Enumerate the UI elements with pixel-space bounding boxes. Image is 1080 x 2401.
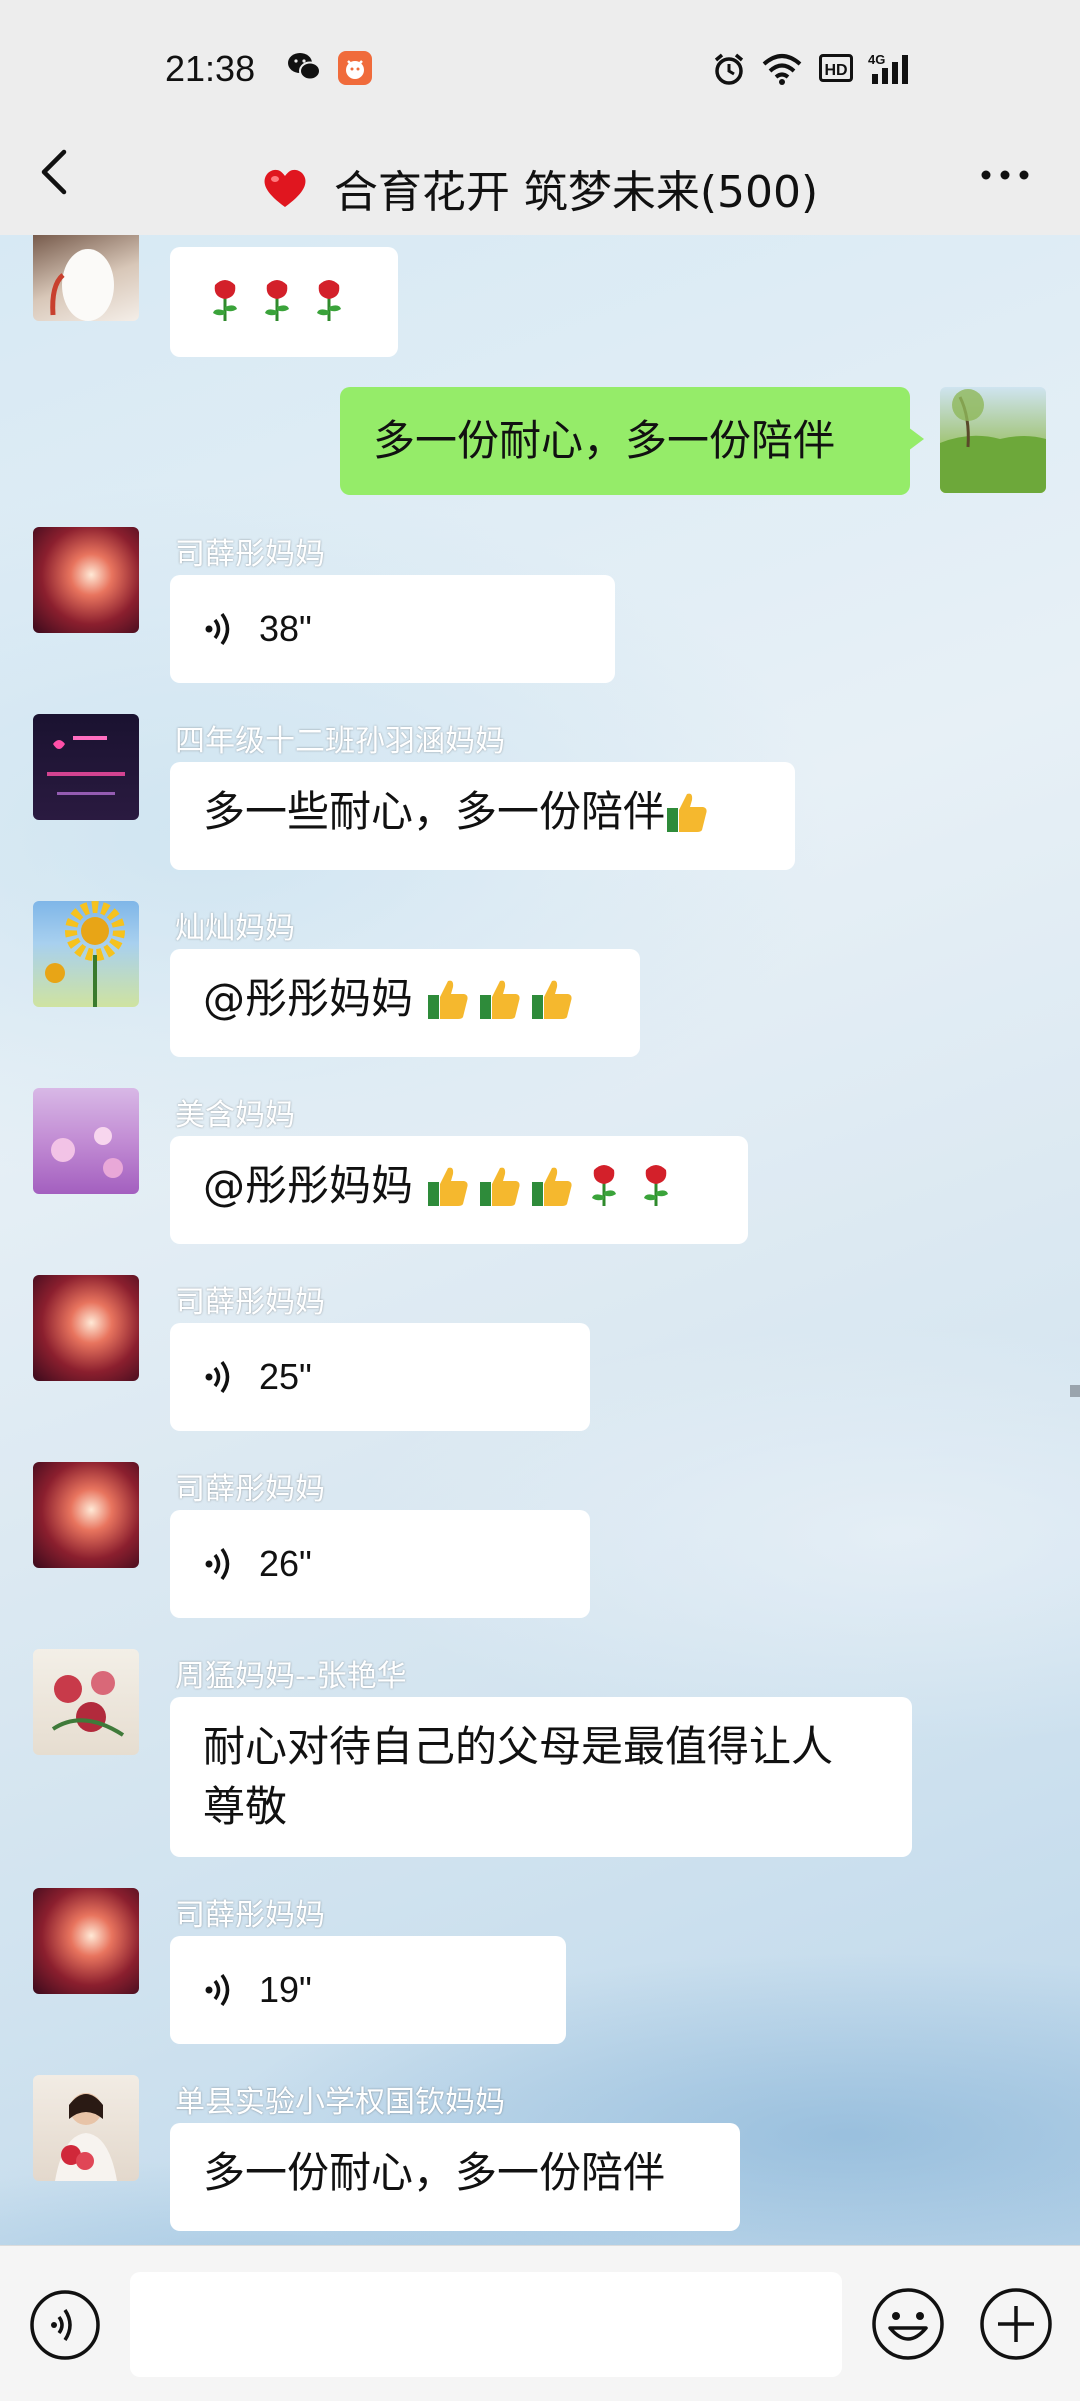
sender-name: 司薛彤妈妈: [175, 537, 325, 572]
thumbs-up-emoji-icon: [480, 980, 520, 1019]
status-bar: [0, 0, 1080, 140]
message-text-line: 尊敬: [203, 1782, 288, 1831]
voice-wave-icon: [205, 1973, 230, 2007]
voice-duration: 26": [259, 1543, 312, 1584]
more-options-icon[interactable]: [978, 160, 1032, 190]
signal-4g-icon: 4G: [868, 52, 908, 84]
chat-title: 合育花开 筑梦未来(500): [0, 140, 1080, 235]
message-text: @彤彤妈妈: [203, 1161, 427, 1210]
message-bubble[interactable]: @彤彤妈妈: [170, 949, 640, 1057]
avatar[interactable]: [33, 714, 139, 820]
message-text: @彤彤妈妈: [203, 974, 427, 1023]
voice-wave-icon: [205, 1547, 230, 1581]
message-bubble[interactable]: @彤彤妈妈: [170, 1136, 748, 1244]
wechat-icon: [288, 53, 321, 81]
sender-name: 单县实验小学权国钦妈妈: [175, 2085, 505, 2120]
rose-emoji-icon: [213, 280, 237, 321]
avatar[interactable]: [33, 2075, 139, 2181]
avatar[interactable]: [33, 1088, 139, 1194]
message-list[interactable]: 多一份耐心，多一份陪伴 司薛彤妈妈 38" 四年级十二班孙羽涵妈妈 多一些耐心，…: [0, 235, 1080, 2245]
message-bubble[interactable]: 耐心对待自己的父母是最值得让人 尊敬: [170, 1697, 912, 1857]
thumbs-up-emoji-icon: [532, 980, 572, 1019]
rose-emoji-icon: [592, 1165, 617, 1206]
app-notification-icon: [338, 51, 372, 85]
avatar[interactable]: [33, 901, 139, 1007]
scroll-indicator[interactable]: [1070, 1385, 1080, 1397]
message-text: 多一份耐心，多一份陪伴: [373, 416, 836, 465]
avatar[interactable]: [33, 1649, 139, 1755]
chat-title-text: 合育花开 筑梦未来(500): [333, 166, 819, 218]
sender-name: 司薛彤妈妈: [175, 1285, 325, 1320]
alarm-icon: [714, 53, 744, 85]
emoji-icon[interactable]: [870, 2286, 946, 2362]
voice-wave-icon: [205, 1360, 230, 1394]
self-avatar[interactable]: [940, 387, 1046, 493]
thumbs-up-emoji-icon: [667, 793, 707, 832]
sender-name: 美含妈妈: [175, 1098, 295, 1133]
rose-emoji-icon: [265, 280, 289, 321]
voice-message-bubble[interactable]: 19": [170, 1936, 566, 2044]
sender-name: 司薛彤妈妈: [175, 1472, 325, 1507]
avatar[interactable]: [33, 1275, 139, 1381]
sender-name: 灿灿妈妈: [175, 911, 295, 946]
voice-message-bubble[interactable]: 38": [170, 575, 615, 683]
avatar[interactable]: [33, 235, 139, 321]
message-input[interactable]: [130, 2272, 842, 2377]
voice-message-bubble[interactable]: 25": [170, 1323, 590, 1431]
heart-icon: [264, 169, 306, 207]
thumbs-up-emoji-icon: [532, 1167, 572, 1206]
voice-duration: 19": [259, 1969, 312, 2010]
wifi-icon: [762, 54, 802, 85]
avatar[interactable]: [33, 1888, 139, 1994]
voice-duration: 38": [259, 608, 312, 649]
message-text: 多一些耐心，多一份陪伴: [203, 787, 666, 836]
status-time: 21:38: [165, 48, 256, 89]
message-bubble[interactable]: 多一份耐心，多一份陪伴: [170, 2123, 740, 2231]
plus-icon[interactable]: [978, 2286, 1054, 2362]
voice-duration: 25": [259, 1356, 312, 1397]
voice-message-bubble[interactable]: 26": [170, 1510, 590, 1618]
message-text-line: 耐心对待自己的父母是最值得让人: [203, 1722, 834, 1771]
message-bubble[interactable]: 多一些耐心，多一份陪伴: [170, 762, 795, 870]
avatar[interactable]: [33, 1462, 139, 1568]
svg-text:4G: 4G: [868, 52, 885, 67]
message-text: 多一份耐心，多一份陪伴: [203, 2148, 666, 2197]
thumbs-up-emoji-icon: [428, 1167, 468, 1206]
sender-name: 周猛妈妈--张艳华: [175, 1659, 407, 1694]
sender-name: 四年级十二班孙羽涵妈妈: [175, 724, 505, 759]
avatar[interactable]: [33, 527, 139, 633]
voice-wave-icon: [205, 612, 230, 646]
self-message-bubble[interactable]: 多一份耐心，多一份陪伴: [340, 387, 924, 495]
sender-name: 司薛彤妈妈: [175, 1898, 325, 1933]
thumbs-up-emoji-icon: [428, 980, 468, 1019]
message-bubble[interactable]: [170, 247, 398, 357]
rose-emoji-icon: [644, 1165, 669, 1206]
voice-input-icon[interactable]: [28, 2288, 102, 2362]
hd-voice-badge: HD: [819, 54, 853, 82]
thumbs-up-emoji-icon: [480, 1167, 520, 1206]
rose-emoji-icon: [317, 280, 341, 321]
